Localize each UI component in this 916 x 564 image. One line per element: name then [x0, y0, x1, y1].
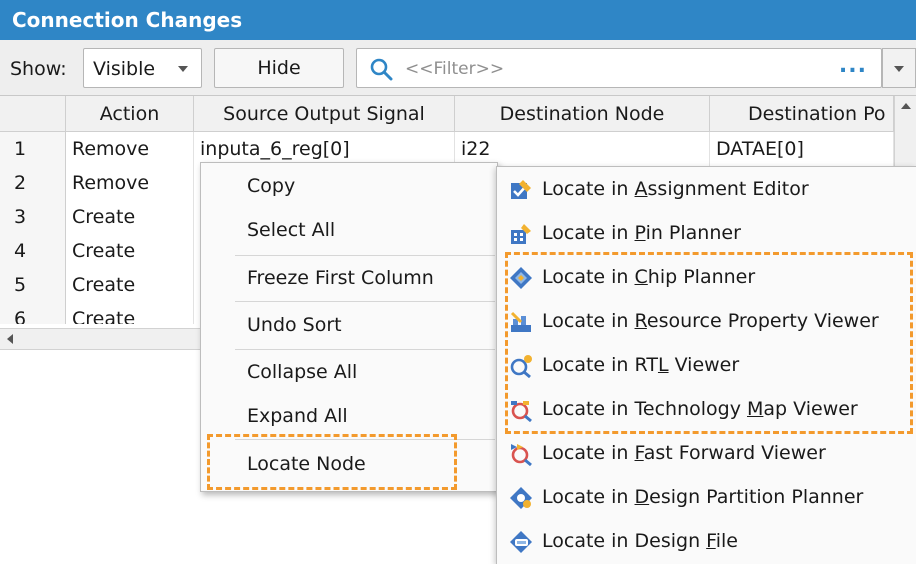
hide-button[interactable]: Hide	[214, 48, 344, 88]
cell-source-output-signal[interactable]: inputa_6_reg[0]	[194, 132, 455, 166]
cell-action[interactable]: Create	[66, 268, 194, 302]
row-number: 6	[0, 302, 66, 324]
design-file-icon	[510, 531, 532, 553]
cell-action[interactable]: Create	[66, 234, 194, 268]
chevron-down-icon	[894, 66, 904, 72]
pin-planner-icon	[511, 224, 531, 244]
design-partition-planner-icon	[510, 487, 532, 509]
filter-input[interactable]: <<Filter>> ...	[356, 48, 882, 88]
fast-forward-viewer-icon	[511, 444, 532, 466]
submenu-item-locate-in-design-file[interactable]: Locate in Design File	[497, 519, 916, 563]
column-header-destination-port[interactable]: Destination Po	[710, 96, 894, 132]
visibility-dropdown[interactable]: Visible	[83, 48, 202, 88]
menu-separator	[235, 439, 495, 440]
scroll-up-icon[interactable]	[901, 103, 911, 109]
row-number: 3	[0, 200, 66, 234]
submenu-item-locate-in-technology-map-viewer[interactable]: Locate in Technology Map Viewer	[497, 387, 916, 431]
cell-action[interactable]: Remove	[66, 132, 194, 166]
cell-action[interactable]: Create	[66, 302, 194, 324]
scroll-left-icon[interactable]	[7, 334, 13, 344]
row-number: 1	[0, 132, 66, 166]
window-title: Connection Changes	[12, 8, 243, 32]
column-header-destination-node[interactable]: Destination Node	[455, 96, 710, 132]
cell-destination-node[interactable]: i22	[455, 132, 710, 166]
submenu-item-locate-in-assignment-editor[interactable]: Locate in Assignment Editor	[497, 167, 916, 211]
chip-planner-icon	[510, 267, 532, 289]
menu-item-collapse-all[interactable]: Collapse All	[202, 349, 496, 396]
row-number: 4	[0, 234, 66, 268]
menu-item-expand-all[interactable]: Expand All	[202, 393, 496, 440]
row-number-header[interactable]	[0, 96, 66, 132]
cell-destination-port[interactable]: DATAE[0]	[710, 132, 894, 166]
toolbar: Show: Visible Hide <<Filter>> ...	[0, 40, 916, 96]
chevron-down-icon	[178, 66, 188, 72]
menu-item-freeze-first-column[interactable]: Freeze First Column	[202, 255, 496, 302]
search-icon	[370, 58, 393, 81]
resource-property-viewer-icon	[510, 311, 531, 332]
submenu-item-locate-in-fast-forward-viewer[interactable]: Locate in Fast Forward Viewer	[497, 431, 916, 475]
visibility-value: Visible	[93, 58, 156, 80]
technology-map-viewer-icon	[511, 401, 532, 422]
submenu-item-locate-in-rtl-viewer[interactable]: Locate in RTL Viewer	[497, 343, 916, 387]
menu-item-copy[interactable]: Copy	[202, 163, 496, 210]
context-menu: Copy Select All Freeze First Column Undo…	[200, 162, 498, 492]
row-number: 5	[0, 268, 66, 302]
submenu-item-locate-in-pin-planner[interactable]: Locate in Pin Planner	[497, 211, 916, 255]
cell-action[interactable]: Create	[66, 200, 194, 234]
show-label: Show:	[10, 58, 67, 80]
menu-item-locate-node[interactable]: Locate Node	[202, 441, 496, 488]
filter-history-dropdown[interactable]	[882, 48, 916, 88]
horizontal-scrollbar[interactable]	[0, 328, 220, 350]
filter-placeholder: <<Filter>>	[405, 59, 505, 79]
filter-options-button[interactable]: ...	[839, 53, 867, 78]
assignment-editor-icon	[511, 180, 531, 199]
submenu-item-locate-in-design-partition-planner[interactable]: Locate in Design Partition Planner	[497, 475, 916, 519]
column-header-action[interactable]: Action	[66, 96, 194, 132]
locate-submenu: Locate in Assignment Editor Locate in Pi…	[496, 166, 916, 564]
window-title-bar: Connection Changes	[0, 0, 916, 40]
row-number: 2	[0, 166, 66, 200]
column-header-source-output-signal[interactable]: Source Output Signal	[194, 96, 455, 132]
rtl-viewer-icon	[510, 355, 532, 378]
menu-item-undo-sort[interactable]: Undo Sort	[202, 302, 496, 349]
menu-item-select-all[interactable]: Select All	[202, 207, 496, 254]
submenu-item-locate-in-resource-property-viewer[interactable]: Locate in Resource Property Viewer	[497, 299, 916, 343]
cell-action[interactable]: Remove	[66, 166, 194, 200]
submenu-item-locate-in-chip-planner[interactable]: Locate in Chip Planner	[497, 255, 916, 299]
